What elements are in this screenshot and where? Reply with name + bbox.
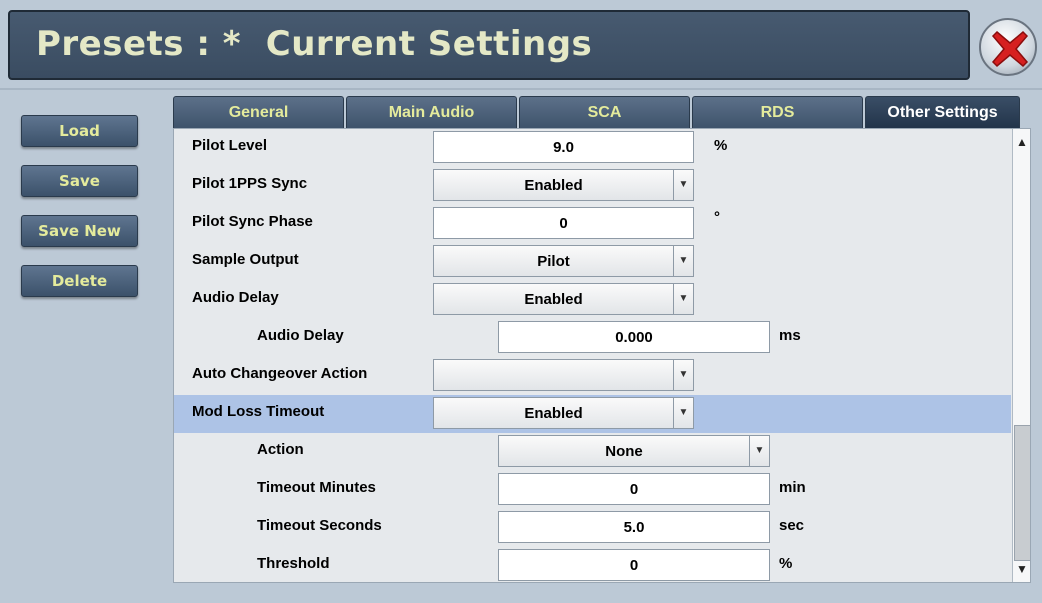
delete-button[interactable]: Delete [21,265,138,297]
setting-row-audio-delay-value: Audio Delay 0.000 ms [174,319,1011,357]
scrollbar-thumb[interactable] [1014,425,1030,561]
setting-row-mod-loss-timeout[interactable]: Mod Loss Timeout Enabled ▼ [174,395,1011,433]
timeout-minutes-input[interactable]: 0 [498,473,770,505]
unit-label: ° [714,209,720,226]
setting-row-pilot-level: Pilot Level 9.0 % [174,129,1011,167]
setting-label: Action [257,441,304,458]
settings-panel: Pilot Level 9.0 % Pilot 1PPS Sync Enable… [173,128,1031,583]
setting-label: Audio Delay [257,327,344,344]
dropdown-arrow-icon: ▼ [749,436,769,466]
unit-label: % [779,555,793,572]
page-title: Presets : * Current Settings [36,24,593,64]
dropdown-arrow-icon: ▼ [673,398,693,428]
setting-label: Timeout Seconds [257,517,382,534]
tab-other-settings[interactable]: Other Settings [865,96,1020,128]
dropdown-arrow-icon: ▼ [673,360,693,390]
header-divider [0,88,1042,90]
select-value: None [605,443,643,460]
unit-label: min [779,479,806,496]
setting-row-threshold: Threshold 0 % [174,547,1011,582]
setting-row-sample-output: Sample Output Pilot ▼ [174,243,1011,281]
close-button[interactable] [979,18,1037,76]
dropdown-arrow-icon: ▼ [673,284,693,314]
dropdown-arrow-icon: ▼ [673,170,693,200]
unit-label: ms [779,327,801,344]
tab-rds[interactable]: RDS [692,96,863,128]
pilot-sync-phase-input[interactable]: 0 [433,207,694,239]
audio-delay-input[interactable]: 0.000 [498,321,770,353]
setting-label: Threshold [257,555,330,572]
pilot-level-input[interactable]: 9.0 [433,131,694,163]
header-bar: Presets : * Current Settings [8,10,970,80]
select-value: Enabled [524,177,583,194]
setting-row-pilot-sync-phase: Pilot Sync Phase 0 ° [174,205,1011,243]
scroll-down-arrow-icon[interactable]: ▼ [1013,559,1030,579]
setting-row-auto-changeover-action: Auto Changeover Action ▼ [174,357,1011,395]
action-select[interactable]: None ▼ [498,435,770,467]
threshold-input[interactable]: 0 [498,549,770,581]
setting-row-action: Action None ▼ [174,433,1011,471]
setting-label: Auto Changeover Action [192,365,368,382]
setting-label: Pilot Sync Phase [192,213,313,230]
tab-main-audio[interactable]: Main Audio [346,96,517,128]
select-value: Pilot [537,253,570,270]
setting-row-pilot-1pps-sync: Pilot 1PPS Sync Enabled ▼ [174,167,1011,205]
select-value: Enabled [524,291,583,308]
setting-label: Audio Delay [192,289,279,306]
unit-label: % [714,137,728,154]
mod-loss-timeout-select[interactable]: Enabled ▼ [433,397,694,429]
setting-label: Pilot Level [192,137,268,154]
save-new-button[interactable]: Save New [21,215,138,247]
tab-sca[interactable]: SCA [519,96,690,128]
pilot-1pps-sync-select[interactable]: Enabled ▼ [433,169,694,201]
vertical-scrollbar[interactable]: ▲ ▼ [1012,129,1030,582]
scroll-up-arrow-icon[interactable]: ▲ [1013,132,1030,152]
close-x-icon [991,30,1029,68]
timeout-seconds-input[interactable]: 5.0 [498,511,770,543]
select-value: Enabled [524,405,583,422]
audio-delay-select[interactable]: Enabled ▼ [433,283,694,315]
tab-bar: General Main Audio SCA RDS Other Setting… [173,96,1020,128]
setting-row-timeout-minutes: Timeout Minutes 0 min [174,471,1011,509]
setting-row-audio-delay-enable: Audio Delay Enabled ▼ [174,281,1011,319]
sample-output-select[interactable]: Pilot ▼ [433,245,694,277]
setting-label: Timeout Minutes [257,479,376,496]
dropdown-arrow-icon: ▼ [673,246,693,276]
setting-label: Mod Loss Timeout [192,403,325,420]
save-button[interactable]: Save [21,165,138,197]
load-button[interactable]: Load [21,115,138,147]
auto-changeover-action-select[interactable]: ▼ [433,359,694,391]
tab-general[interactable]: General [173,96,344,128]
setting-row-timeout-seconds: Timeout Seconds 5.0 sec [174,509,1011,547]
setting-label: Pilot 1PPS Sync [192,175,308,192]
unit-label: sec [779,517,805,534]
setting-label: Sample Output [192,251,299,268]
